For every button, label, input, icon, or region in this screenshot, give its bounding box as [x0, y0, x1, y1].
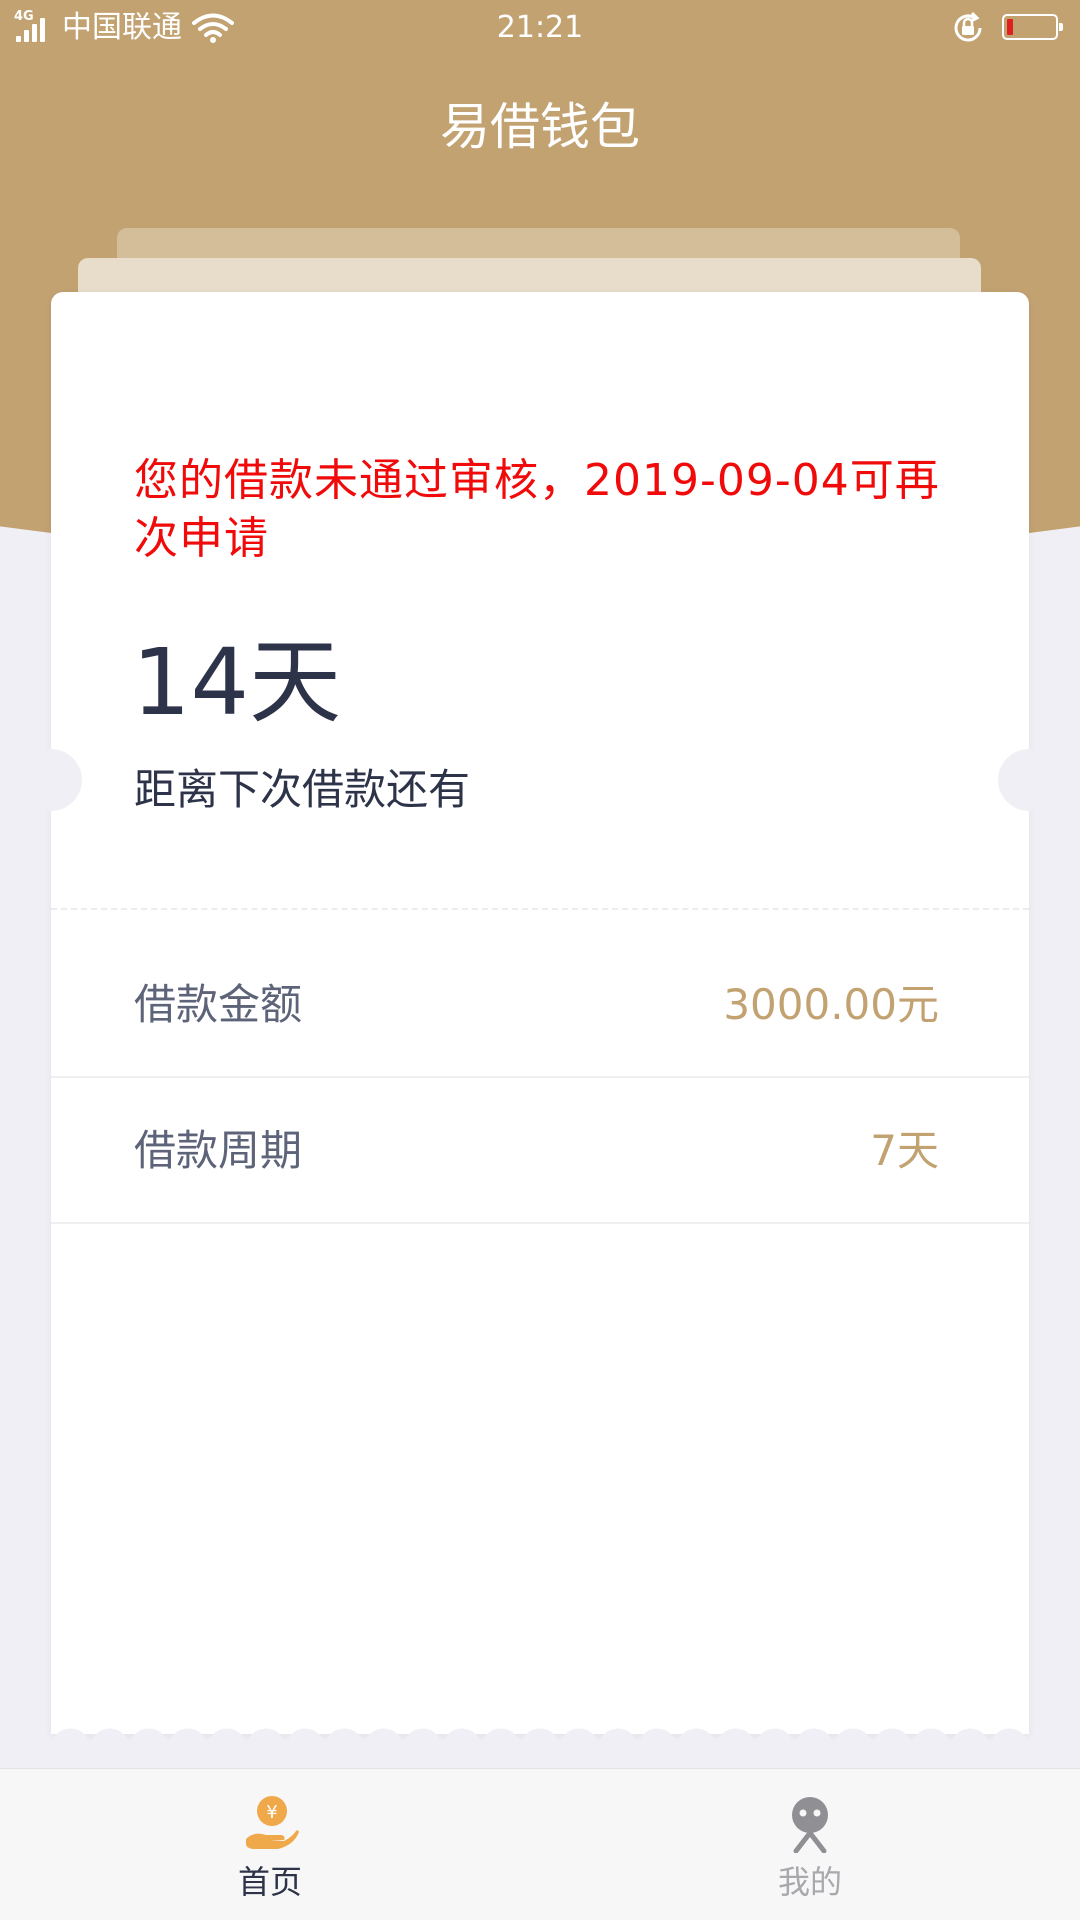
app-title: 易借钱包	[440, 98, 640, 156]
bottom-tab-bar: ¥ 首页 我的	[0, 1768, 1080, 1920]
card-scalloped-edge	[51, 1728, 1029, 1748]
tab-mine-label: 我的	[777, 1863, 842, 1901]
dashed-divider	[51, 908, 1029, 910]
tab-home-label: 首页	[237, 1863, 302, 1901]
rotation-lock-icon	[954, 11, 982, 42]
tab-mine[interactable]: 我的	[660, 1769, 960, 1920]
battery-level	[1007, 19, 1013, 35]
rejection-message: 您的借款未通过审核，2019-09-04可再次申请	[134, 455, 940, 564]
ticket-notch-left	[20, 749, 82, 811]
days-remaining: 14天	[132, 629, 342, 736]
battery-icon	[1002, 14, 1063, 40]
loan-amount-value: 3000.00元	[723, 980, 939, 1029]
tab-home[interactable]: ¥ 首页	[120, 1769, 420, 1920]
loan-amount-label: 借款金额	[134, 980, 303, 1029]
battery-cap	[1059, 23, 1063, 31]
app-screen: 4G 中国联通 21:21 易借钱包 您的借款未通过审核，2019-09-04可…	[0, 0, 1080, 1920]
user-profile-icon	[792, 1797, 828, 1853]
loan-amount-row: 借款金额 3000.00元	[51, 932, 1029, 1078]
loan-period-value: 7天	[870, 1126, 939, 1175]
days-caption: 距离下次借款还有	[134, 765, 471, 814]
svg-text:¥: ¥	[266, 1802, 277, 1823]
status-bar: 4G 中国联通 21:21	[0, 0, 1080, 56]
loan-period-label: 借款周期	[134, 1126, 303, 1175]
clock: 21:21	[496, 10, 584, 45]
loan-period-row: 借款周期 7天	[51, 1078, 1029, 1224]
hand-yuan-icon: ¥	[246, 1796, 299, 1849]
ticket-notch-right	[998, 749, 1060, 811]
